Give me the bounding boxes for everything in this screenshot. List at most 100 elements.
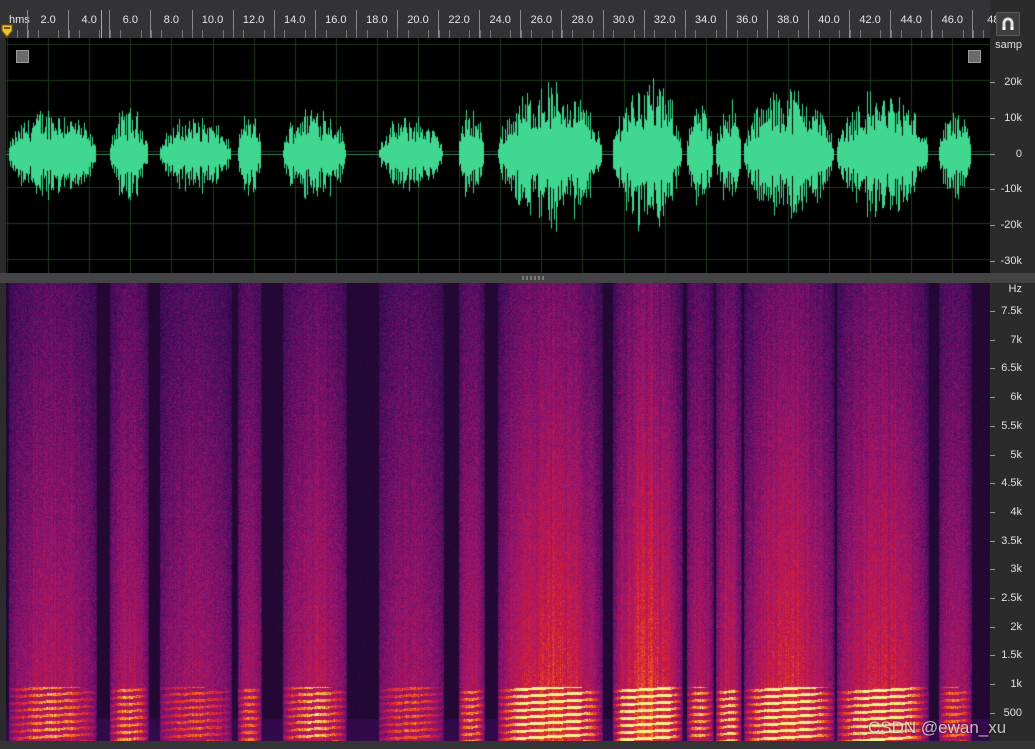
- ruler-minor-tick: [880, 30, 882, 38]
- ruler-minor-tick: [818, 30, 820, 38]
- fade-in-handle-icon[interactable]: [16, 50, 29, 63]
- ruler-minor-tick: [510, 30, 512, 38]
- ruler-minor-tick: [572, 30, 574, 38]
- amplitude-label: -10k: [1000, 183, 1022, 195]
- frequency-label: 4.5k: [1001, 477, 1022, 490]
- waveform-graph: [6, 38, 990, 273]
- frequency-tick: [990, 540, 995, 542]
- spectrogram-graph: [6, 283, 990, 741]
- time-label: 8.0: [163, 14, 180, 26]
- ruler-minor-tick: [654, 30, 656, 38]
- magnet-icon: [1002, 17, 1014, 30]
- amplitude-label: -20k: [1000, 219, 1022, 231]
- ruler-minor-tick: [27, 30, 29, 38]
- frequency-label: 3k: [1010, 563, 1022, 576]
- bottom-scrollbar[interactable]: [0, 741, 1035, 749]
- ruler-minor-tick: [315, 30, 317, 38]
- ruler-minor-tick: [222, 30, 224, 38]
- frequency-label: 2k: [1010, 620, 1022, 633]
- frequency-tick: [990, 454, 995, 456]
- ruler-minor-tick: [695, 30, 697, 38]
- frequency-tick: [990, 712, 995, 714]
- frequency-tick: [990, 483, 995, 485]
- ruler-minor-tick: [140, 30, 142, 38]
- time-label: 32.0: [653, 14, 676, 26]
- time-label: 34.0: [694, 14, 717, 26]
- ruler-minor-tick: [808, 30, 810, 38]
- ruler-minor-tick: [284, 30, 286, 38]
- ruler-minor-tick: [150, 30, 152, 38]
- ruler-minor-tick: [356, 30, 358, 38]
- ruler-minor-tick: [520, 30, 522, 38]
- ruler-minor-tick: [602, 30, 604, 38]
- ruler-minor-tick: [181, 30, 183, 38]
- ruler-minor-tick: [407, 30, 409, 38]
- ruler-minor-tick: [479, 30, 481, 38]
- ruler-minor-tick: [233, 30, 235, 38]
- spectrogram-view[interactable]: [6, 283, 990, 741]
- ruler-minor-tick: [798, 30, 800, 38]
- amplitude-label: -30k: [1000, 255, 1022, 267]
- frequency-label: 5.5k: [1001, 419, 1022, 432]
- ruler-minor-tick: [736, 30, 738, 38]
- frequency-tick: [990, 655, 995, 657]
- frequency-label: 7.5k: [1001, 305, 1022, 317]
- ruler-minor-tick: [613, 30, 615, 38]
- ruler-minor-tick: [489, 30, 491, 38]
- amplitude-tick: [990, 261, 995, 262]
- frequency-tick: [990, 339, 995, 341]
- time-ruler[interactable]: hms 2.0 4.0 6.0 8.0 10.0 12.0 14.0 16.0 18.0 20.0…: [0, 0, 1000, 39]
- frequency-label: 1.5k: [1001, 649, 1022, 662]
- ruler-minor-tick: [109, 30, 111, 38]
- time-label: 44.0: [900, 14, 922, 26]
- ruler-minor-tick: [900, 30, 902, 38]
- ruler-minor-tick: [428, 30, 430, 38]
- ruler-minor-tick: [561, 30, 563, 38]
- ruler-minor-tick: [921, 30, 923, 38]
- ruler-minor-tick: [983, 30, 985, 38]
- ruler-minor-tick: [849, 30, 851, 38]
- ruler-minor-tick: [890, 30, 892, 38]
- frequency-tick: [990, 425, 995, 427]
- frequency-label: 1k: [1010, 678, 1022, 691]
- snap-toggle-button[interactable]: [996, 12, 1020, 36]
- amplitude-tick: [990, 82, 995, 83]
- time-label: 40.0: [818, 14, 840, 26]
- ruler-minor-tick: [448, 30, 450, 38]
- ruler-minor-tick: [366, 30, 368, 38]
- playhead-marker-icon[interactable]: [1, 24, 13, 38]
- ruler-minor-tick: [68, 30, 70, 38]
- time-label: 12.0: [242, 14, 265, 26]
- frequency-tick: [990, 311, 995, 312]
- amplitude-tick: [990, 118, 995, 119]
- time-label: 46.0: [941, 14, 964, 26]
- ruler-minor-tick: [37, 30, 39, 38]
- amplitude-label: 0: [1015, 148, 1022, 160]
- frequency-unit-label: Hz: [1008, 283, 1022, 295]
- frequency-tick: [990, 598, 995, 599]
- amplitude-label: 20k: [1004, 76, 1022, 88]
- time-label: 18.0: [366, 14, 388, 26]
- ruler-minor-tick: [58, 30, 60, 38]
- cursor-position-line: [101, 10, 102, 38]
- frequency-label: 500: [1003, 706, 1022, 719]
- ruler-minor-tick: [551, 30, 553, 38]
- time-label: 6.0: [122, 14, 138, 26]
- ruler-minor-tick: [931, 30, 933, 38]
- frequency-label: 6.5k: [1001, 362, 1022, 375]
- frequency-label: 5k: [1010, 448, 1022, 461]
- ruler-minor-tick: [685, 30, 687, 38]
- ruler-minor-tick: [325, 30, 327, 38]
- frequency-label: 6k: [1010, 391, 1022, 404]
- ruler-minor-tick: [942, 30, 944, 38]
- panel-splitter[interactable]: [0, 273, 1035, 283]
- time-label: 38.0: [777, 14, 799, 26]
- ruler-minor-tick: [757, 30, 759, 38]
- splitter-grip-icon: [522, 276, 546, 280]
- time-label: 10.0: [201, 14, 224, 26]
- fade-out-handle-icon[interactable]: [968, 50, 981, 63]
- watermark: CSDN @ewan_xu: [868, 718, 1007, 737]
- amplitude-tick: [990, 154, 995, 155]
- waveform-view[interactable]: [6, 38, 990, 273]
- ruler-minor-tick: [839, 30, 841, 38]
